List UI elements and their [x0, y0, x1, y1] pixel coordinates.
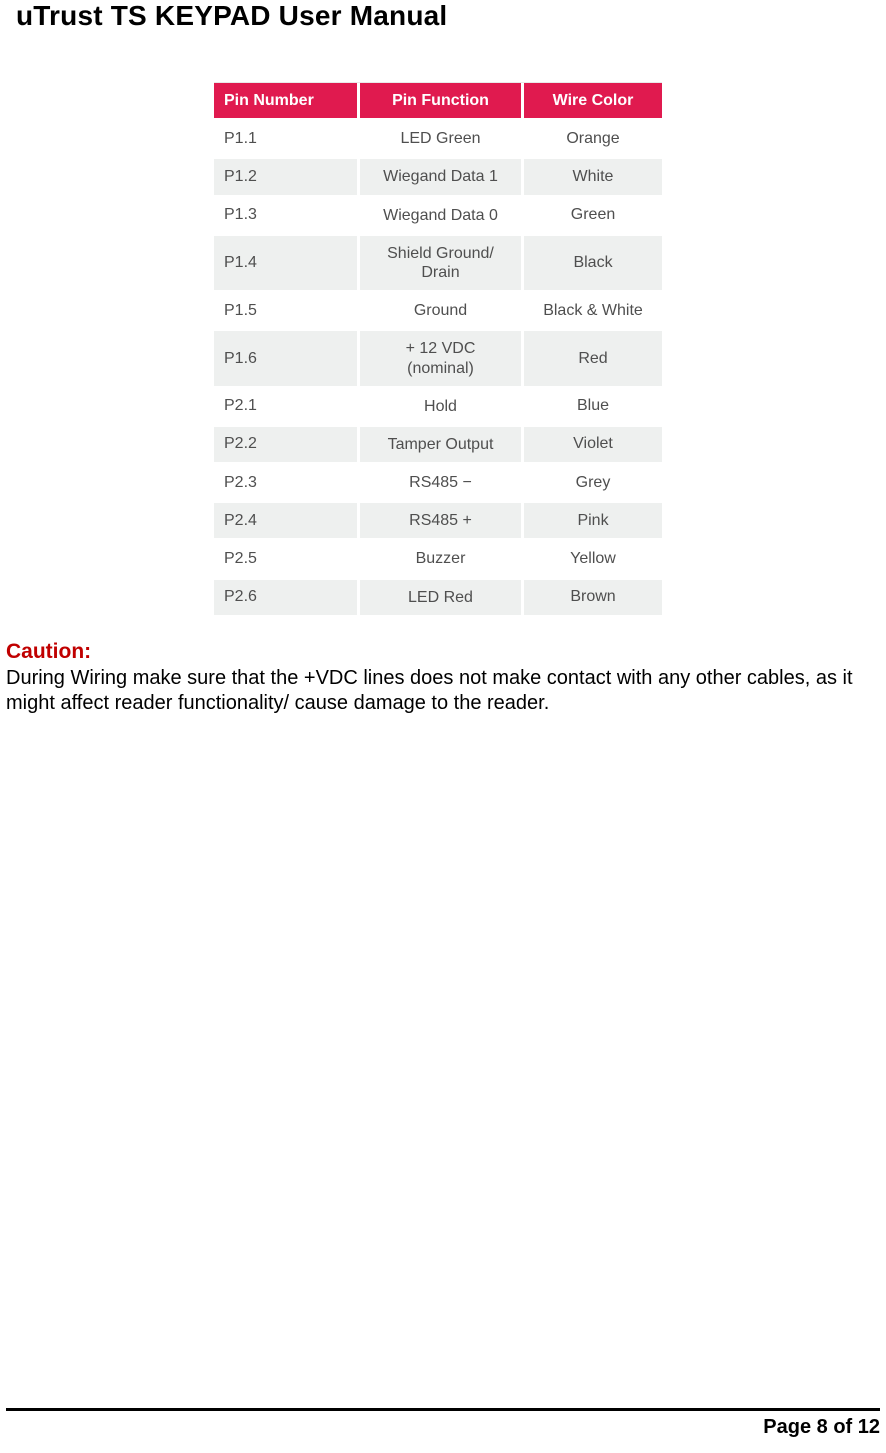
table-row: P2.3RS485 −Grey [214, 465, 662, 503]
cell-wire-color: Black [524, 236, 662, 293]
cell-wire-color: Red [524, 331, 662, 388]
table-row: P1.3Wiegand Data 0Green [214, 198, 662, 236]
table-row: P1.6+ 12 VDC (nominal)Red [214, 331, 662, 388]
table-row: P1.5GroundBlack & White [214, 293, 662, 331]
cell-pin-function: LED Red [360, 580, 524, 618]
manual-page: uTrust TS KEYPAD User Manual Pin Number … [0, 0, 886, 1453]
cell-pin-number: P1.1 [214, 121, 360, 159]
cell-wire-color: Grey [524, 465, 662, 503]
cell-pin-number: P2.4 [214, 503, 360, 541]
caution-label: Caution: [6, 640, 880, 664]
cell-pin-function: RS485 + [360, 503, 524, 541]
cell-wire-color: Violet [524, 427, 662, 465]
cell-wire-color: Pink [524, 503, 662, 541]
table-row: P1.1LED GreenOrange [214, 121, 662, 159]
table-row: P2.4RS485 +Pink [214, 503, 662, 541]
cell-pin-number: P2.2 [214, 427, 360, 465]
table-row: P2.5BuzzerYellow [214, 541, 662, 579]
header-wire-color: Wire Color [524, 83, 662, 121]
cell-wire-color: Yellow [524, 541, 662, 579]
cell-wire-color: White [524, 159, 662, 197]
caution-text: During Wiring make sure that the +VDC li… [6, 666, 880, 716]
cell-pin-function: Hold [360, 389, 524, 427]
cell-pin-function: Wiegand Data 0 [360, 198, 524, 236]
header-pin-function: Pin Function [360, 83, 524, 121]
cell-wire-color: Brown [524, 580, 662, 618]
cell-pin-number: P1.5 [214, 293, 360, 331]
cell-pin-function: Tamper Output [360, 427, 524, 465]
footer-divider [6, 1408, 880, 1411]
table-row: P2.6LED RedBrown [214, 580, 662, 618]
cell-pin-function: Ground [360, 293, 524, 331]
cell-pin-number: P2.3 [214, 465, 360, 503]
cell-pin-function: Wiegand Data 1 [360, 159, 524, 197]
cell-pin-number: P1.4 [214, 236, 360, 293]
cell-pin-function: RS485 − [360, 465, 524, 503]
pin-table: Pin Number Pin Function Wire Color P1.1L… [214, 82, 662, 618]
header-pin-number: Pin Number [214, 83, 360, 121]
table-row: P1.4Shield Ground/ DrainBlack [214, 236, 662, 293]
table-row: P1.2Wiegand Data 1White [214, 159, 662, 197]
cell-wire-color: Green [524, 198, 662, 236]
table-row: P2.1HoldBlue [214, 389, 662, 427]
cell-pin-function: LED Green [360, 121, 524, 159]
cell-wire-color: Orange [524, 121, 662, 159]
cell-pin-function: Shield Ground/ Drain [360, 236, 524, 293]
cell-pin-number: P2.5 [214, 541, 360, 579]
cell-pin-function: Buzzer [360, 541, 524, 579]
cell-pin-number: P2.1 [214, 389, 360, 427]
table-header-row: Pin Number Pin Function Wire Color [214, 83, 662, 121]
cell-pin-number: P1.6 [214, 331, 360, 388]
table-row: P2.2Tamper OutputViolet [214, 427, 662, 465]
caution-section: Caution: During Wiring make sure that th… [6, 640, 880, 716]
page-title: uTrust TS KEYPAD User Manual [16, 0, 447, 32]
cell-wire-color: Black & White [524, 293, 662, 331]
cell-pin-number: P1.2 [214, 159, 360, 197]
cell-pin-function: + 12 VDC (nominal) [360, 331, 524, 388]
cell-wire-color: Blue [524, 389, 662, 427]
page-number: Page 8 of 12 [763, 1416, 880, 1439]
cell-pin-number: P2.6 [214, 580, 360, 618]
cell-pin-number: P1.3 [214, 198, 360, 236]
